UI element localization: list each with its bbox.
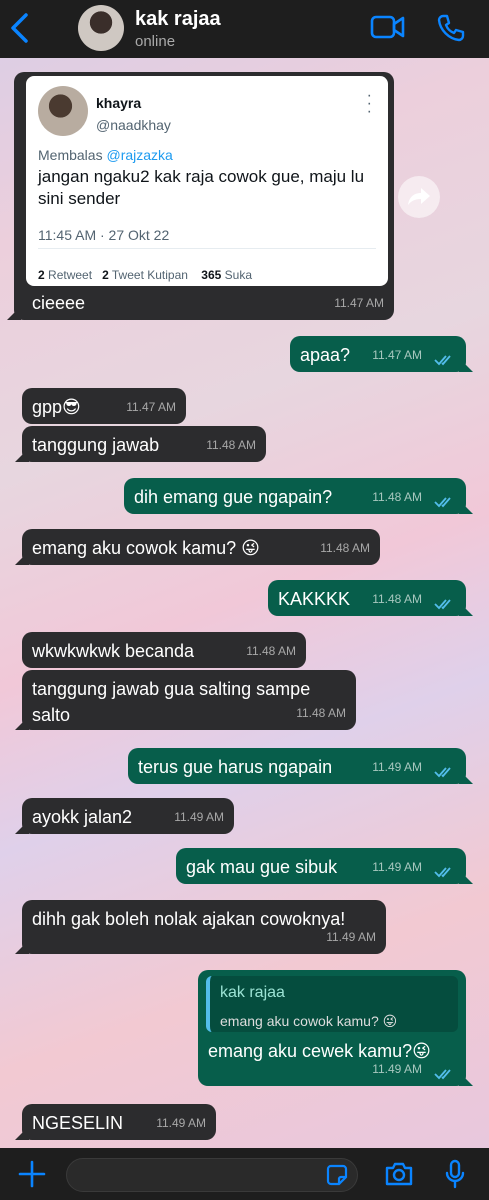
contact-name[interactable]: kak rajaa bbox=[135, 8, 221, 31]
message-time: 11.48 AM bbox=[246, 644, 296, 658]
quoted-text: emang aku cowok kamu? 😜 bbox=[220, 1013, 398, 1029]
message-time: 11.47 AM bbox=[372, 348, 422, 362]
camera-icon[interactable] bbox=[384, 1161, 414, 1187]
incoming-message[interactable]: tanggung jawab 11.48 AM bbox=[15, 426, 266, 462]
message-text: ayokk jalan2 bbox=[32, 807, 133, 827]
double-check-icon bbox=[434, 1069, 451, 1080]
message-time: 11.49 AM bbox=[326, 930, 376, 944]
message-list: khayra @naadkhay · · · Membalas @rajzazka … bbox=[0, 58, 489, 1148]
tweet-datetime: 11:45 AM · 27 Okt 22 bbox=[38, 227, 170, 243]
retweet-count: 2 bbox=[38, 268, 45, 282]
tweet-text: jangan ngaku2 kak raja cowok gue, maju l… bbox=[38, 167, 365, 208]
tweet-divider bbox=[38, 248, 376, 249]
message-time: 11.48 AM bbox=[372, 490, 422, 504]
message-text: gpp😎 bbox=[32, 397, 81, 417]
retweet-label: Retweet bbox=[48, 268, 93, 282]
bubble-tail bbox=[459, 500, 473, 514]
outgoing-message[interactable]: terus gue harus ngapain 11.49 AM bbox=[128, 748, 473, 784]
quote-count: 2 bbox=[102, 268, 109, 282]
bubble-tail bbox=[459, 602, 473, 616]
reply-to-handle[interactable]: @rajzazka bbox=[106, 147, 172, 163]
outgoing-reply-message[interactable]: kak rajaa emang aku cowok kamu? 😜 emang … bbox=[198, 970, 473, 1086]
message-text: NGESELIN bbox=[32, 1113, 124, 1133]
like-label: Suka bbox=[224, 268, 253, 282]
message-time: 11.47 AM bbox=[334, 296, 384, 310]
double-check-icon bbox=[434, 355, 451, 366]
message-text: terus gue harus ngapain bbox=[138, 757, 333, 777]
tweet-reply-context: Membalas @rajzazka bbox=[38, 142, 173, 168]
incoming-message[interactable]: tanggung jawab gua salting sampe salto 1… bbox=[15, 670, 356, 730]
forward-icon[interactable] bbox=[398, 176, 440, 218]
contact-avatar[interactable] bbox=[78, 5, 124, 51]
incoming-message[interactable]: dihh gak boleh nolak ajakan cowoknya! 11… bbox=[15, 900, 386, 954]
quoted-message[interactable]: kak rajaa emang aku cowok kamu? 😜 bbox=[206, 976, 458, 1032]
bubble-tail bbox=[15, 716, 29, 730]
chat-header: kak rajaa online bbox=[0, 0, 489, 58]
bubble-tail bbox=[15, 551, 29, 565]
bubble-tail bbox=[7, 306, 21, 320]
bubble-tail bbox=[15, 1126, 29, 1140]
bubble-tail bbox=[15, 940, 29, 954]
incoming-message[interactable]: ayokk jalan2 11.49 AM bbox=[15, 798, 234, 834]
sticker-icon[interactable] bbox=[326, 1164, 348, 1186]
message-text: gak mau gue sibuk bbox=[186, 857, 338, 877]
microphone-icon[interactable] bbox=[444, 1159, 466, 1189]
message-text: apaa? bbox=[300, 345, 351, 365]
message-text: tanggung jawab bbox=[32, 435, 160, 455]
quote-label: Tweet Kutipan bbox=[111, 268, 188, 282]
message-time: 11.48 AM bbox=[296, 706, 346, 720]
back-chevron-icon[interactable] bbox=[8, 12, 32, 44]
bubble-tail bbox=[459, 770, 473, 784]
outgoing-message[interactable]: KAKKKK 11.48 AM bbox=[268, 580, 473, 616]
tweet-card[interactable]: khayra @naadkhay · · · Membalas @rajzazka … bbox=[26, 76, 388, 286]
quoted-sender: kak rajaa bbox=[220, 984, 285, 1001]
contact-status: online bbox=[135, 33, 176, 50]
incoming-message[interactable]: emang aku cowok kamu? 😜 11.48 AM bbox=[15, 529, 380, 565]
message-time: 11.49 AM bbox=[372, 1062, 422, 1076]
message-time: 11.49 AM bbox=[174, 810, 224, 824]
incoming-message[interactable]: NGESELIN 11.49 AM bbox=[15, 1104, 216, 1140]
tweet-author-avatar bbox=[38, 86, 88, 136]
bubble-tail bbox=[15, 448, 29, 462]
message-text: cieeee bbox=[32, 293, 86, 313]
message-input[interactable] bbox=[66, 1158, 358, 1192]
bubble-tail bbox=[15, 820, 29, 834]
phone-icon[interactable] bbox=[436, 13, 466, 43]
message-time: 11.47 AM bbox=[126, 400, 176, 414]
message-time: 11.49 AM bbox=[372, 860, 422, 874]
outgoing-message[interactable]: dih emang gue ngapain? 11.48 AM bbox=[124, 478, 473, 514]
message-time: 11.48 AM bbox=[206, 438, 256, 452]
message-text: dihh gak boleh nolak ajakan cowoknya! bbox=[32, 909, 346, 929]
tweet-author-handle: @naadkhay bbox=[96, 117, 171, 133]
message-time: 11.49 AM bbox=[156, 1116, 206, 1130]
outgoing-message[interactable]: apaa? 11.47 AM bbox=[290, 336, 473, 372]
outgoing-message[interactable]: gak mau gue sibuk 11.49 AM bbox=[176, 848, 473, 884]
message-text: emang aku cowok kamu? 😜 bbox=[32, 538, 260, 558]
message-text: tanggung jawab gua salting sampe salto bbox=[32, 679, 311, 725]
double-check-icon bbox=[434, 767, 451, 778]
composer-bar bbox=[0, 1148, 489, 1200]
message-time: 11.49 AM bbox=[372, 760, 422, 774]
tweet-share-message[interactable]: khayra @naadkhay · · · Membalas @rajzazka … bbox=[7, 72, 394, 320]
more-options-icon[interactable]: · · · bbox=[367, 88, 372, 120]
plus-icon[interactable] bbox=[18, 1160, 46, 1188]
bubble-tail bbox=[459, 1072, 473, 1086]
message-time: 11.48 AM bbox=[320, 541, 370, 555]
bubble-tail bbox=[459, 870, 473, 884]
incoming-message[interactable]: gpp😎 11.47 AM bbox=[22, 388, 186, 424]
incoming-message[interactable]: wkwkwkwk becanda 11.48 AM bbox=[22, 632, 306, 668]
message-time: 11.48 AM bbox=[372, 592, 422, 606]
like-count: 365 bbox=[201, 268, 222, 282]
double-check-icon bbox=[434, 497, 451, 508]
double-check-icon bbox=[434, 599, 451, 610]
message-text: dih emang gue ngapain? bbox=[134, 487, 333, 507]
tweet-stats: 2 Retweet 2 Tweet Kutipan 365 Suka bbox=[38, 262, 252, 288]
message-text: wkwkwkwk becanda bbox=[32, 641, 195, 661]
video-call-icon[interactable] bbox=[370, 13, 406, 41]
bubble-tail bbox=[459, 358, 473, 372]
message-text: KAKKKK bbox=[278, 589, 351, 609]
reply-prefix: Membalas bbox=[38, 147, 103, 163]
double-check-icon bbox=[434, 867, 451, 878]
